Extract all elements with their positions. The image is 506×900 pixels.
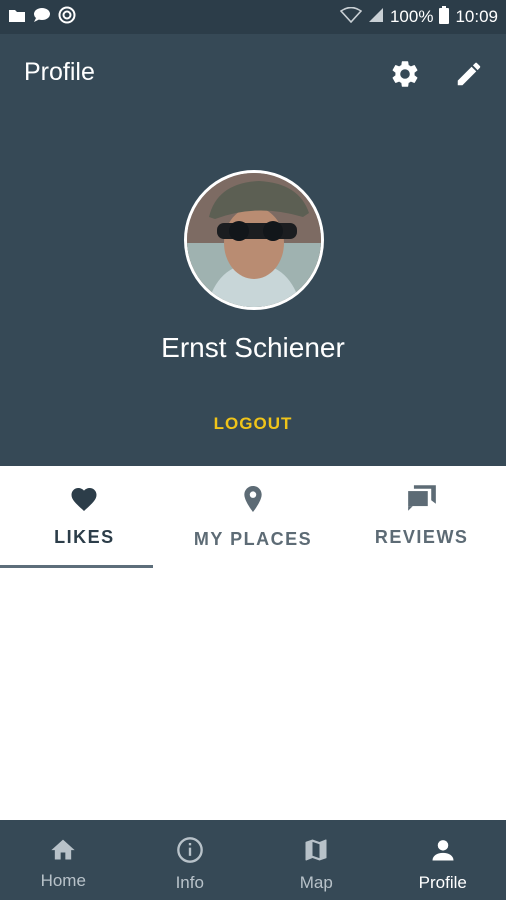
likes-content-area — [0, 568, 506, 820]
nav-map[interactable]: Map — [253, 820, 380, 900]
battery-percent: 100% — [389, 7, 434, 26]
edit-button[interactable] — [449, 56, 489, 96]
signal-icon — [368, 7, 384, 28]
logout-button[interactable]: LOGOUT — [203, 408, 303, 440]
wifi-icon — [339, 6, 363, 28]
nav-label: Home — [40, 871, 86, 890]
chat-icon — [32, 7, 52, 28]
profile-header: Profile Ernst Schiener LOGOUT — [0, 34, 506, 466]
target-icon — [58, 6, 76, 29]
tab-label: REVIEWS — [374, 527, 469, 547]
nav-profile[interactable]: Profile — [380, 820, 506, 900]
clock: 10:09 — [455, 7, 498, 26]
user-name: Ernst Schiener — [161, 332, 345, 363]
page-title: Profile — [24, 58, 95, 86]
nav-home[interactable]: Home — [0, 820, 127, 900]
settings-button[interactable] — [385, 56, 425, 96]
home-icon — [49, 836, 77, 867]
location-pin-icon — [240, 484, 266, 519]
nav-label: Profile — [418, 873, 467, 892]
status-bar: 100% 10:09 — [0, 0, 506, 34]
info-icon — [176, 836, 204, 869]
bottom-navigation: Home Info Map Profile — [0, 820, 506, 900]
profile-tabs: LIKES MY PLACES REVIEWS — [0, 466, 506, 568]
edit-icon — [454, 59, 484, 94]
heart-icon — [69, 484, 99, 517]
battery-icon — [439, 5, 450, 29]
folder-icon — [8, 7, 26, 28]
person-icon — [429, 836, 457, 869]
nav-label: Map — [299, 873, 333, 892]
nav-info[interactable]: Info — [127, 820, 254, 900]
nav-label: Info — [175, 873, 204, 892]
tab-likes[interactable]: LIKES — [0, 466, 169, 568]
profile-screen: 100% 10:09 Profile Ernst Schiener LOGOUT… — [0, 0, 506, 900]
avatar — [184, 170, 324, 310]
status-right-icons: 100% 10:09 — [339, 5, 498, 29]
tab-my-places[interactable]: MY PLACES — [169, 466, 338, 568]
tab-label: MY PLACES — [193, 529, 313, 549]
map-icon — [302, 836, 330, 869]
settings-icon — [389, 58, 421, 95]
status-left-icons — [8, 6, 76, 29]
reviews-icon — [407, 484, 437, 517]
tab-label: LIKES — [54, 527, 115, 547]
avatar-photo — [187, 173, 321, 307]
tab-reviews[interactable]: REVIEWS — [337, 466, 506, 568]
